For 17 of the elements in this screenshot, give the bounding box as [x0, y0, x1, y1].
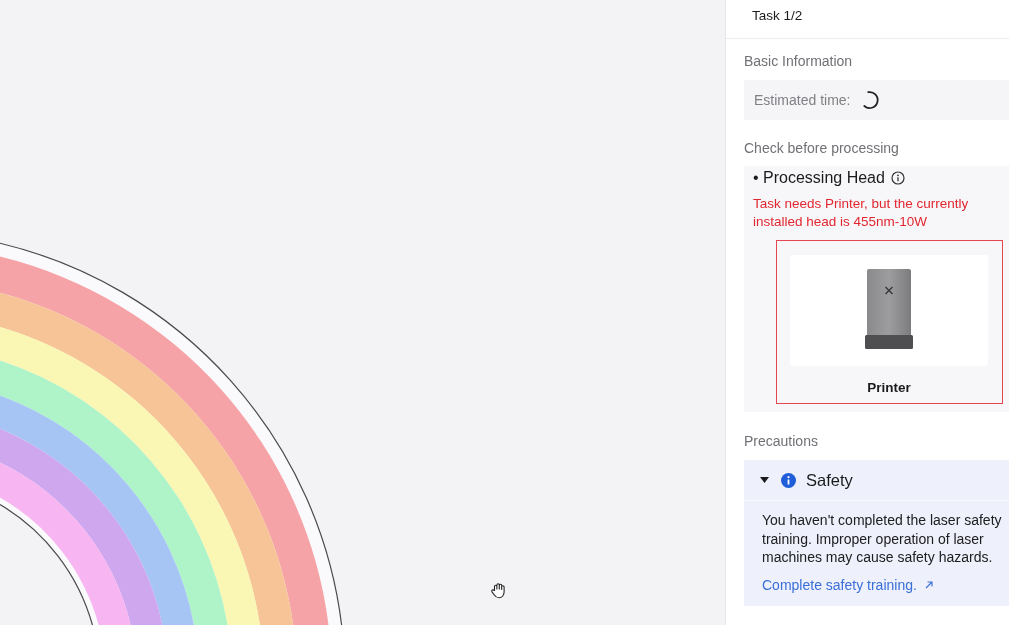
info-icon [781, 472, 796, 488]
field-label: Estimated time: [754, 92, 851, 108]
hand-cursor-icon [490, 581, 508, 599]
task-title: Task 1/2 [752, 7, 804, 25]
error-message: Task needs Printer, but the currently installed head is 455nm-10W [753, 195, 970, 230]
head-label: Printer [867, 379, 911, 397]
external-link-icon [924, 580, 933, 589]
caret-icon[interactable] [760, 477, 769, 483]
check-title: • Processing Head [753, 168, 885, 188]
device-icon [865, 269, 913, 351]
info-icon[interactable] [890, 171, 905, 185]
section-heading: Check before processing [744, 139, 899, 157]
training-link[interactable]: Complete safety training. [762, 575, 933, 594]
precaution-message: You haven't completed the laser safety training. Improper operation of laser machines may cause safety hazards. [762, 511, 1003, 567]
section-heading: Precautions [744, 432, 818, 450]
section-heading: Basic Information [744, 52, 853, 70]
precaution-title: Safety [806, 470, 853, 490]
